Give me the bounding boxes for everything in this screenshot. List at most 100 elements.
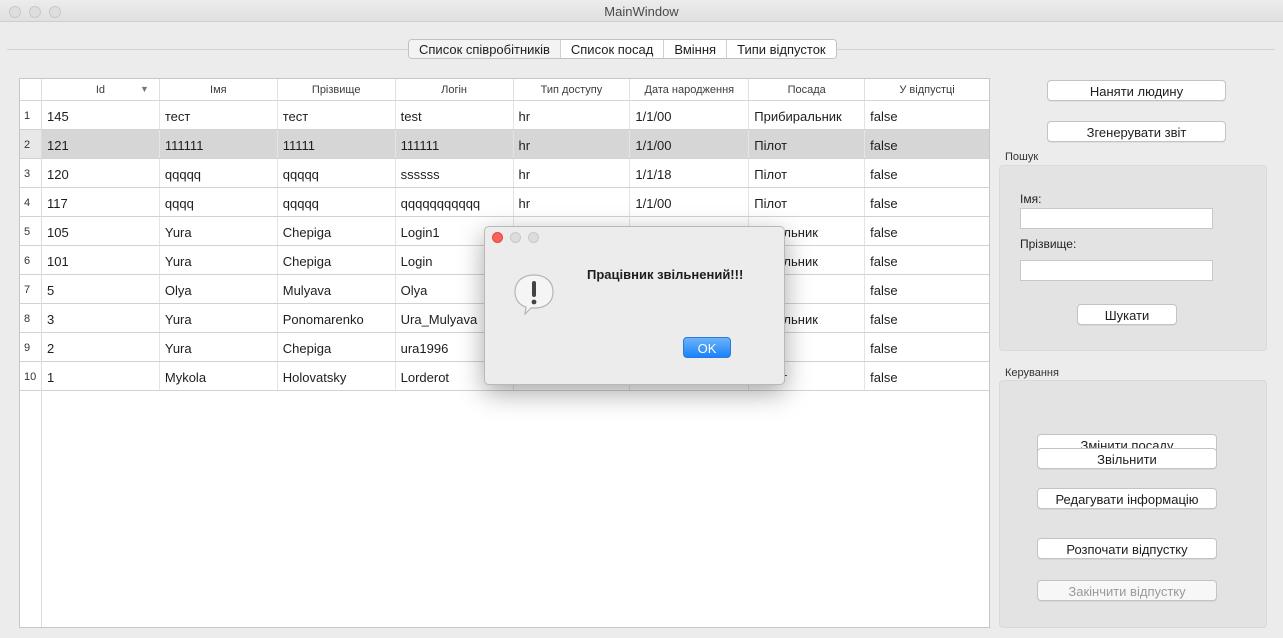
alert-dialog: Працівник звільнений!!! OK xyxy=(484,226,785,385)
column-header-id[interactable]: Id ▼ xyxy=(42,79,160,100)
cell-login[interactable]: 111111 xyxy=(396,130,514,158)
row-number[interactable]: 8 xyxy=(20,304,42,332)
column-header-name[interactable]: Імя xyxy=(160,79,278,100)
cell-surname[interactable]: Holovatsky xyxy=(278,362,396,390)
cell-name[interactable]: Yura xyxy=(160,217,278,245)
cell-surname[interactable]: Ponomarenko xyxy=(278,304,396,332)
cell-surname[interactable]: qqqqq xyxy=(278,188,396,216)
cell-name[interactable]: Yura xyxy=(160,304,278,332)
row-number[interactable]: 9 xyxy=(20,333,42,361)
cell-on-vacation[interactable]: false xyxy=(865,130,989,158)
cell-on-vacation[interactable]: false xyxy=(865,159,989,187)
cell-on-vacation[interactable]: false xyxy=(865,275,989,303)
cell-surname[interactable]: qqqqq xyxy=(278,159,396,187)
cell-birthdate[interactable]: 1/1/00 xyxy=(630,188,750,216)
cell-id[interactable]: 145 xyxy=(42,101,160,129)
table-row[interactable]: 1 145 тест тест test hr 1/1/00 Прибиральник fals… xyxy=(20,101,989,130)
surname-input[interactable] xyxy=(1020,260,1213,281)
cell-id[interactable]: 2 xyxy=(42,333,160,361)
table-row[interactable]: 3 120 qqqqq qqqqq ssssss hr 1/1/18 Пілот false xyxy=(20,159,989,188)
cell-birthdate[interactable]: 1/1/18 xyxy=(630,159,750,187)
dialog-minimize-button xyxy=(510,232,521,243)
cell-position[interactable]: Пілот xyxy=(749,130,866,158)
cell-on-vacation[interactable]: false xyxy=(865,304,989,332)
dialog-zoom-button xyxy=(528,232,539,243)
edit-info-button[interactable]: Редагувати інформацію xyxy=(1037,488,1217,509)
cell-id[interactable]: 117 xyxy=(42,188,160,216)
tab-employees[interactable]: Список співробітників xyxy=(409,40,561,58)
end-vacation-button: Закінчити відпустку xyxy=(1037,580,1217,601)
fire-button[interactable]: Звільнити xyxy=(1037,448,1217,469)
cell-id[interactable]: 101 xyxy=(42,246,160,274)
row-number[interactable]: 4 xyxy=(20,188,42,216)
cell-access-type[interactable]: hr xyxy=(514,130,631,158)
cell-position[interactable]: Прибиральник xyxy=(749,101,866,129)
cell-birthdate[interactable]: 1/1/00 xyxy=(630,101,750,129)
dialog-close-button[interactable] xyxy=(492,232,503,243)
cell-name[interactable]: qqqqq xyxy=(160,159,278,187)
cell-id[interactable]: 1 xyxy=(42,362,160,390)
cell-position[interactable]: Пілот xyxy=(749,159,866,187)
cell-id[interactable]: 121 xyxy=(42,130,160,158)
cell-surname[interactable]: Chepiga xyxy=(278,217,396,245)
cell-name[interactable]: Yura xyxy=(160,333,278,361)
row-number[interactable]: 10 xyxy=(20,362,42,390)
start-vacation-button[interactable]: Розпочати відпустку xyxy=(1037,538,1217,559)
cell-id[interactable]: 5 xyxy=(42,275,160,303)
cell-on-vacation[interactable]: false xyxy=(865,101,989,129)
cell-surname[interactable]: Mulyava xyxy=(278,275,396,303)
row-number[interactable]: 6 xyxy=(20,246,42,274)
cell-on-vacation[interactable]: false xyxy=(865,362,989,390)
search-button[interactable]: Шукати xyxy=(1077,304,1177,325)
row-number[interactable]: 2 xyxy=(20,130,42,158)
sort-down-icon: ▼ xyxy=(139,84,149,94)
cell-name[interactable]: Yura xyxy=(160,246,278,274)
cell-on-vacation[interactable]: false xyxy=(865,217,989,245)
cell-name[interactable]: Mykola xyxy=(160,362,278,390)
cell-id[interactable]: 3 xyxy=(42,304,160,332)
cell-access-type[interactable]: hr xyxy=(514,101,631,129)
column-header-access-type[interactable]: Тип доступу xyxy=(514,79,631,100)
tab-positions[interactable]: Список посад xyxy=(560,40,665,58)
cell-name[interactable]: 111111 xyxy=(160,130,278,158)
cell-name[interactable]: Olya xyxy=(160,275,278,303)
table-row[interactable]: 4 117 qqqq qqqqq qqqqqqqqqqq hr 1/1/00 Пілот fal… xyxy=(20,188,989,217)
tab-skills[interactable]: Вміння xyxy=(664,40,728,58)
cell-name[interactable]: тест xyxy=(160,101,278,129)
row-number[interactable]: 5 xyxy=(20,217,42,245)
cell-position[interactable]: Пілот xyxy=(749,188,866,216)
column-header-login[interactable]: Логін xyxy=(396,79,514,100)
tab-vacation-types[interactable]: Типи відпусток xyxy=(727,40,836,58)
column-header-on-vacation[interactable]: У відпустці xyxy=(865,79,989,100)
cell-surname[interactable]: Chepiga xyxy=(278,333,396,361)
cell-login[interactable]: qqqqqqqqqqq xyxy=(396,188,514,216)
cell-surname[interactable]: тест xyxy=(278,101,396,129)
window-titlebar: MainWindow xyxy=(0,0,1283,22)
cell-on-vacation[interactable]: false xyxy=(865,246,989,274)
cell-name[interactable]: qqqq xyxy=(160,188,278,216)
window-title: MainWindow xyxy=(604,4,679,19)
table-row[interactable]: 2 121 111111 11111 111111 hr 1/1/00 Пілот false xyxy=(20,130,989,159)
row-number[interactable]: 7 xyxy=(20,275,42,303)
cell-on-vacation[interactable]: false xyxy=(865,333,989,361)
cell-surname[interactable]: Chepiga xyxy=(278,246,396,274)
cell-access-type[interactable]: hr xyxy=(514,159,631,187)
ok-button[interactable]: OK xyxy=(683,337,731,358)
cell-login[interactable]: ssssss xyxy=(396,159,514,187)
cell-access-type[interactable]: hr xyxy=(514,188,631,216)
cell-id[interactable]: 120 xyxy=(42,159,160,187)
column-header-birthdate[interactable]: Дата народження xyxy=(630,79,750,100)
row-number[interactable]: 3 xyxy=(20,159,42,187)
cell-login[interactable]: test xyxy=(396,101,514,129)
column-header-position[interactable]: Посада xyxy=(749,79,866,100)
name-input[interactable] xyxy=(1020,208,1213,229)
cell-surname[interactable]: 11111 xyxy=(278,130,396,158)
cell-birthdate[interactable]: 1/1/00 xyxy=(630,130,750,158)
generate-report-button[interactable]: Згенерувати звіт xyxy=(1047,121,1226,142)
column-header-surname[interactable]: Прізвище xyxy=(278,79,396,100)
cell-id[interactable]: 105 xyxy=(42,217,160,245)
corner-header[interactable] xyxy=(20,79,42,100)
cell-on-vacation[interactable]: false xyxy=(865,188,989,216)
hire-button[interactable]: Наняти людину xyxy=(1047,80,1226,101)
row-number[interactable]: 1 xyxy=(20,101,42,129)
